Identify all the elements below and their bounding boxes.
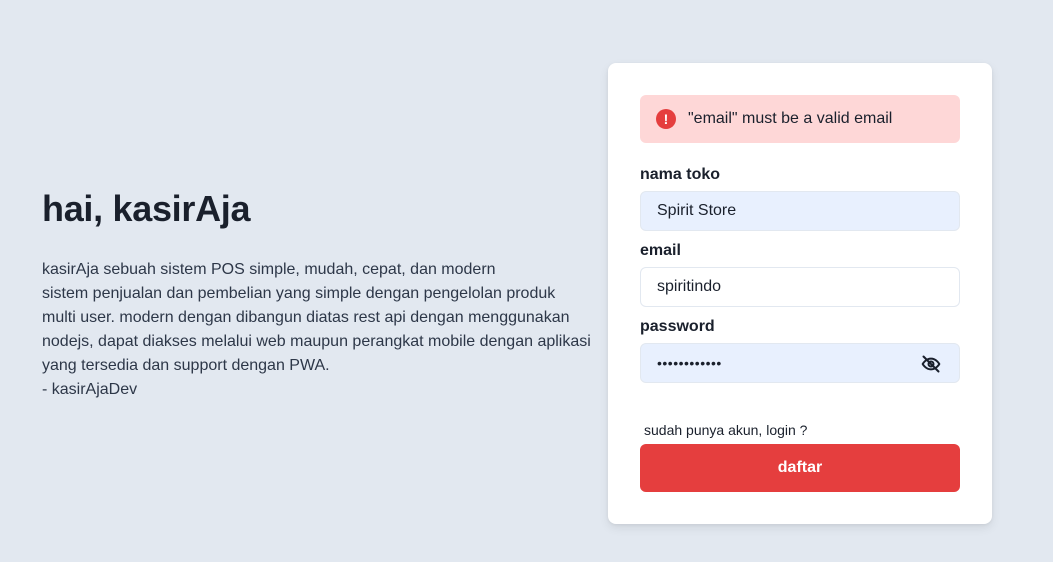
store-name-value: Spirit Store (657, 202, 737, 219)
error-icon: ! (656, 109, 676, 129)
login-link[interactable]: sudah punya akun, login ? (644, 422, 807, 438)
hero-description: kasirAja sebuah sistem POS simple, mudah… (42, 258, 602, 402)
description-line: multi user. modern dengan dibangun diata… (42, 309, 570, 326)
error-alert: ! "email" must be a valid email (640, 95, 960, 143)
email-label: email (640, 242, 681, 259)
register-card: ! "email" must be a valid email nama tok… (608, 63, 992, 524)
hero-section: hai, kasirAja kasirAja sebuah sistem POS… (42, 186, 602, 402)
description-author: - kasirAjaDev (42, 381, 138, 398)
password-value: •••••••••••• (657, 355, 722, 371)
password-input[interactable]: •••••••••••• (640, 343, 960, 383)
description-line: kasirAja sebuah sistem POS simple, mudah… (42, 261, 496, 278)
description-line: yang tersedia dan support dengan PWA. (42, 357, 330, 374)
description-line: sistem penjualan dan pembelian yang simp… (42, 285, 556, 302)
hero-title: hai, kasirAja (42, 188, 251, 229)
error-message: "email" must be a valid email (688, 110, 893, 127)
store-name-label: nama toko (640, 166, 721, 183)
email-input[interactable]: spiritindo (640, 267, 960, 307)
eye-off-icon[interactable] (921, 354, 941, 374)
email-value: spiritindo (657, 278, 722, 295)
store-name-input[interactable]: Spirit Store (640, 191, 960, 231)
register-button[interactable]: daftar (640, 444, 960, 492)
password-label: password (640, 318, 715, 335)
description-line: nodejs, dapat diakses melalui web maupun… (42, 333, 591, 350)
